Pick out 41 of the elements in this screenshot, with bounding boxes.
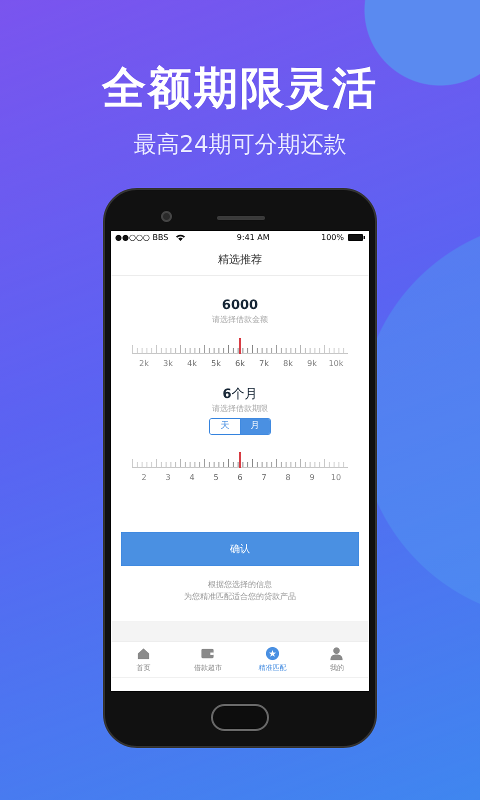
carrier-text: ●●○○○ BBS — [115, 232, 168, 244]
ruler-label: 5 — [212, 472, 220, 484]
info-text: 根据您选择的信息 — [207, 579, 273, 591]
ruler-label: 3k — [162, 358, 174, 370]
ruler-label: 10 — [330, 472, 342, 484]
home-button[interactable] — [211, 704, 269, 731]
amount-hint: 请选择借款金额 — [211, 314, 269, 326]
ruler-label: 4k — [186, 358, 198, 370]
ruler-label: 7 — [260, 472, 268, 484]
ruler-label: 2 — [140, 472, 148, 484]
term-hint: 请选择借款期限 — [212, 403, 268, 415]
battery-text: 100% — [321, 232, 344, 244]
unit-toggle[interactable]: 月 — [240, 419, 270, 434]
ruler-label: 9k — [306, 358, 318, 370]
ruler-label: 6 — [236, 472, 244, 484]
ruler-label: 6k — [234, 358, 246, 370]
confirm-button[interactable]: 确认 — [121, 532, 359, 566]
camera-icon — [161, 211, 172, 222]
nav-title: 精选推荐 — [111, 245, 369, 276]
ruler-label: 4 — [188, 472, 196, 484]
speaker-icon — [217, 216, 265, 220]
amount-value: 6000 — [220, 298, 260, 314]
headline: 全额期限灵活 — [102, 62, 378, 116]
ruler-label: 7k — [258, 358, 270, 370]
ruler-label: 3 — [164, 472, 172, 484]
ruler-indicator[interactable] — [239, 452, 241, 468]
battery-icon — [348, 234, 365, 242]
ruler-label: 5k — [210, 358, 222, 370]
ruler-label: 2k — [138, 358, 150, 370]
ruler-label: 10k — [328, 358, 344, 370]
wifi-icon — [176, 234, 186, 242]
term-value: 6个月 — [222, 387, 258, 403]
ruler-label: 8k — [282, 358, 294, 370]
ruler-label: 8 — [284, 472, 292, 484]
status-time: 9:41 AM — [236, 232, 270, 244]
home-icon — [136, 646, 151, 661]
ruler-indicator[interactable] — [239, 338, 241, 354]
ruler-label: 9 — [308, 472, 316, 484]
person-icon — [329, 646, 344, 661]
info-text: 为您精准匹配适合您的贷款产品 — [183, 591, 297, 603]
subheadline: 最高24期可分期还款 — [133, 131, 347, 160]
